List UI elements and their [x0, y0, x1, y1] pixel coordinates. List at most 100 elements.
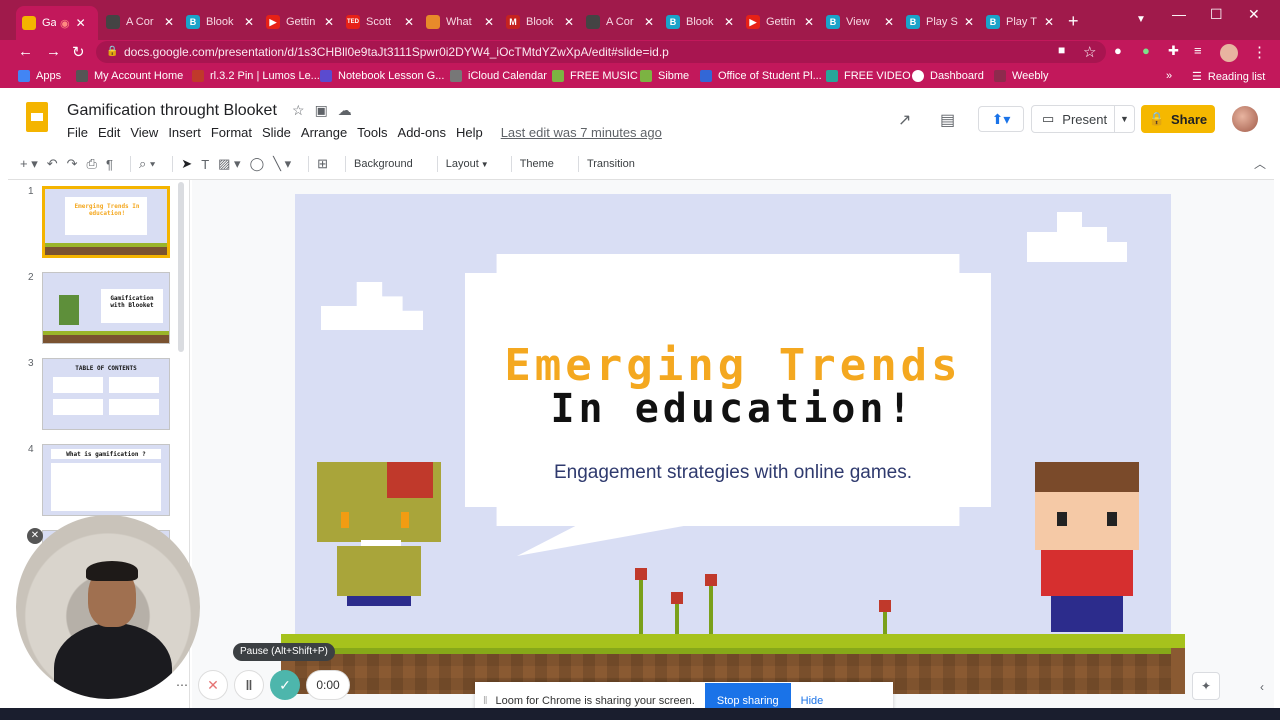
- menu-help[interactable]: Help: [456, 125, 483, 140]
- layout-dropdown-icon[interactable]: ▼: [481, 160, 489, 169]
- extensions-puzzle-icon[interactable]: ✚: [1168, 43, 1179, 59]
- tab-8[interactable]: A Cor ✕: [580, 8, 660, 36]
- menu-format[interactable]: Format: [211, 125, 252, 140]
- shape-icon[interactable]: ◯: [250, 156, 265, 172]
- cancel-recording-icon[interactable]: ✕: [198, 670, 228, 700]
- menu-tools[interactable]: Tools: [357, 125, 387, 140]
- theme-button[interactable]: Theme: [520, 158, 554, 170]
- line-icon[interactable]: ╲ ▾: [273, 156, 291, 172]
- minimize-icon[interactable]: —: [1172, 6, 1186, 22]
- slide-thumbnail-1[interactable]: Emerging Trends In education!: [42, 186, 170, 258]
- menu-view[interactable]: View: [130, 125, 158, 140]
- menu-slide[interactable]: Slide: [262, 125, 291, 140]
- reading-list[interactable]: ☰ Reading list: [1192, 70, 1265, 84]
- extension-icon[interactable]: ●: [1114, 43, 1122, 58]
- slide-title-line2[interactable]: In education!: [295, 386, 1171, 432]
- menu-addons[interactable]: Add-ons: [398, 125, 446, 140]
- bookmark-item[interactable]: rl.3.2 Pin | Lumos Le...: [192, 70, 320, 82]
- slides-logo-icon[interactable]: [26, 102, 48, 132]
- maximize-icon[interactable]: ☐: [1210, 6, 1223, 23]
- grammarly-icon[interactable]: ●: [1142, 43, 1150, 58]
- windows-start-icon[interactable]: ▦: [44, 698, 53, 709]
- pause-recording-icon[interactable]: ‖: [234, 670, 264, 700]
- print-icon[interactable]: ⎙: [87, 156, 97, 172]
- loom-more-icon[interactable]: ⋯: [176, 678, 188, 692]
- comment-add-icon[interactable]: ⊞: [317, 156, 328, 172]
- tab-7[interactable]: M Blook ✕: [500, 8, 580, 36]
- tab-google-slides[interactable]: Ga ◉ ✕: [16, 6, 98, 40]
- current-slide[interactable]: Emerging Trends In education! Engagement…: [295, 194, 1171, 694]
- tab-9[interactable]: B Blook ✕: [660, 8, 740, 36]
- bookmark-item[interactable]: Dashboard: [912, 70, 984, 82]
- layout-button[interactable]: Layout: [446, 158, 479, 170]
- forward-icon[interactable]: →: [46, 43, 61, 60]
- zoom-icon[interactable]: ⌕ ▾: [139, 156, 155, 172]
- image-icon[interactable]: ▨ ▾: [218, 156, 240, 172]
- camera-icon[interactable]: ■: [1058, 43, 1065, 57]
- close-tab-icon[interactable]: ✕: [484, 15, 494, 29]
- close-window-icon[interactable]: ✕: [1248, 6, 1260, 23]
- close-tab-icon[interactable]: ✕: [244, 15, 254, 29]
- menu-file[interactable]: File: [67, 125, 88, 140]
- bookmark-item[interactable]: iCloud Calendar: [450, 70, 547, 82]
- close-tab-icon[interactable]: ✕: [564, 15, 574, 29]
- close-tab-icon[interactable]: ✕: [1044, 15, 1054, 29]
- bookmark-item[interactable]: Sibme: [640, 70, 689, 82]
- last-edit-link[interactable]: Last edit was 7 minutes ago: [501, 125, 662, 140]
- close-tab-icon[interactable]: ✕: [164, 15, 174, 29]
- account-avatar[interactable]: [1232, 106, 1258, 132]
- profile-avatar[interactable]: [1220, 44, 1238, 62]
- close-tab-icon[interactable]: ✕: [964, 15, 974, 29]
- tab-5[interactable]: TED Scott ✕: [340, 8, 420, 36]
- close-tab-icon[interactable]: ✕: [884, 15, 894, 29]
- tab-10[interactable]: ▶ Gettin ✕: [740, 8, 820, 36]
- webcam-bubble[interactable]: [16, 515, 200, 699]
- tab-12[interactable]: B Play S ✕: [900, 8, 980, 36]
- move-folder-icon[interactable]: ▣: [315, 102, 338, 118]
- tab-13[interactable]: B Play T ✕: [980, 8, 1060, 36]
- tab-2[interactable]: A Cor ✕: [100, 8, 180, 36]
- drag-handle-icon[interactable]: ‖: [483, 695, 488, 707]
- explore-icon[interactable]: ✦: [1192, 672, 1220, 700]
- slide-thumbnail-4[interactable]: What is gamification ?: [42, 444, 170, 516]
- bookmark-apps[interactable]: Apps: [18, 70, 61, 82]
- new-tab-icon[interactable]: +: [1068, 11, 1079, 32]
- filmstrip-scrollbar[interactable]: [178, 182, 184, 352]
- close-tab-icon[interactable]: ✕: [324, 15, 334, 29]
- address-bar[interactable]: 🔒 docs.google.com/presentation/d/1s3CHBl…: [96, 41, 1106, 63]
- menu-edit[interactable]: Edit: [98, 125, 120, 140]
- redo-icon[interactable]: ↷: [67, 156, 78, 172]
- undo-icon[interactable]: ↶: [47, 156, 58, 172]
- select-cursor-icon[interactable]: ➤: [181, 156, 192, 172]
- close-tab-icon[interactable]: ✕: [404, 15, 414, 29]
- bookmark-item[interactable]: Notebook Lesson G...: [320, 70, 444, 82]
- finish-recording-icon[interactable]: ✓: [270, 670, 300, 700]
- collapse-toolbar-icon[interactable]: ︿: [1254, 155, 1266, 172]
- text-box-icon[interactable]: T: [201, 157, 209, 172]
- media-icon[interactable]: ≡: [1194, 43, 1202, 58]
- close-tab-icon[interactable]: ✕: [76, 16, 86, 30]
- reload-icon[interactable]: ↻: [72, 43, 85, 61]
- bookmark-item[interactable]: My Account Home: [76, 70, 183, 82]
- slide-thumbnail-3[interactable]: TABLE OF CONTENTS: [42, 358, 170, 430]
- present-dropdown-icon[interactable]: ▼: [1114, 106, 1134, 132]
- bookmark-item[interactable]: Office of Student Pl...: [700, 70, 822, 82]
- bookmark-item[interactable]: FREE MUSIC: [552, 70, 638, 82]
- share-button[interactable]: 🔒 Share: [1141, 105, 1215, 133]
- slide-title-line1[interactable]: Emerging Trends: [295, 340, 1171, 391]
- background-button[interactable]: Background: [354, 158, 413, 170]
- slide-thumbnail-2[interactable]: Gamification with Blooket: [42, 272, 170, 344]
- paint-format-icon[interactable]: ¶: [106, 157, 113, 172]
- new-slide-icon[interactable]: + ▾: [20, 156, 38, 172]
- tab-11[interactable]: B View ✕: [820, 8, 900, 36]
- side-panel-toggle-icon[interactable]: ‹: [1260, 680, 1264, 694]
- tab-search-icon[interactable]: ▼: [1136, 14, 1146, 25]
- close-tab-icon[interactable]: ✕: [644, 15, 654, 29]
- tab-3[interactable]: B Blook ✕: [180, 8, 260, 36]
- comments-icon[interactable]: ▤: [940, 110, 955, 130]
- tab-6[interactable]: What ✕: [420, 8, 500, 36]
- close-tab-icon[interactable]: ✕: [724, 15, 734, 29]
- document-title[interactable]: Gamification throught Blooket: [67, 102, 277, 120]
- menu-icon[interactable]: ⋮: [1252, 43, 1267, 61]
- hide-button[interactable]: Hide: [801, 695, 824, 707]
